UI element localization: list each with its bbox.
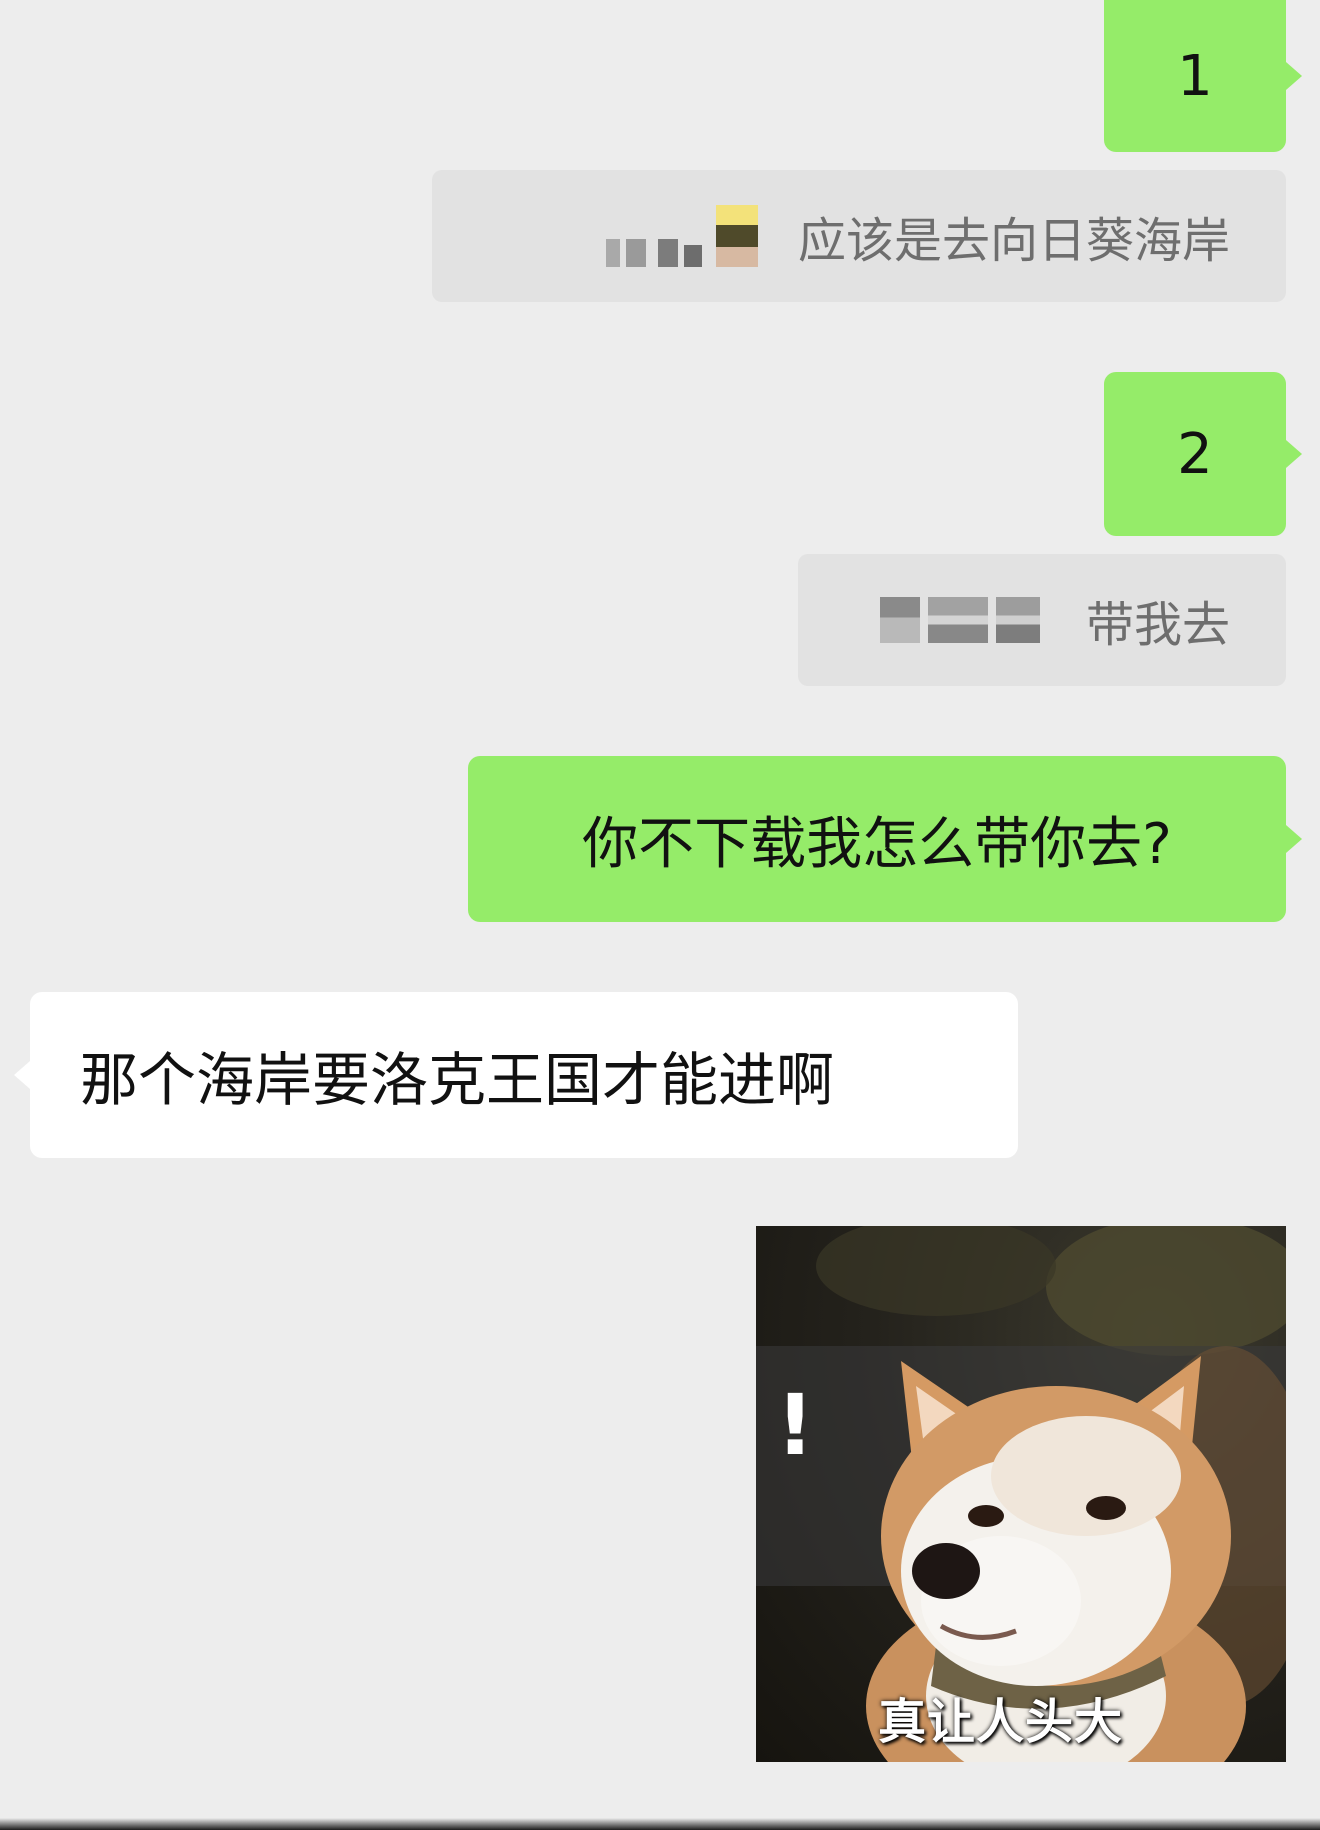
- outgoing-message-bubble[interactable]: 1: [1104, 0, 1302, 152]
- incoming-message-bubble[interactable]: 那个海岸要洛克王国才能进啊: [14, 992, 1018, 1158]
- message-text: 那个海岸要洛克王国才能进啊: [80, 1046, 835, 1114]
- message-text: 2: [1177, 421, 1213, 487]
- outgoing-message-bubble[interactable]: 2: [1104, 372, 1302, 536]
- quoted-text: 带我去: [1085, 597, 1230, 653]
- message-text: 1: [1177, 43, 1213, 109]
- outgoing-message-bubble[interactable]: 你不下载我怎么带你去?: [468, 756, 1302, 922]
- shiba-sticker-image[interactable]: ! 真让人头大: [756, 1226, 1286, 1762]
- bottom-divider: [0, 1818, 1320, 1830]
- message-text: 你不下载我怎么带你去?: [582, 811, 1172, 877]
- blurred-username: [879, 597, 1040, 643]
- exclamation-mark-text: !: [776, 1376, 815, 1474]
- quoted-message-block[interactable]: 应该是去向日葵海岸: [432, 170, 1286, 302]
- sticker-caption: 真让人头大: [878, 1694, 1124, 1750]
- blurred-username: [605, 205, 758, 267]
- quoted-text: 应该是去向日葵海岸: [797, 213, 1230, 269]
- quoted-message-block[interactable]: 带我去: [798, 554, 1286, 686]
